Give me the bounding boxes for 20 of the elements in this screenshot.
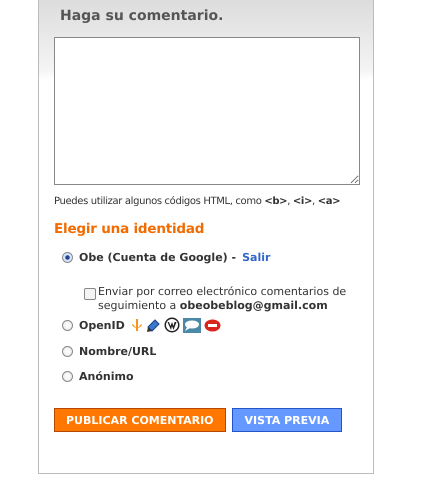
comment-field[interactable]: [54, 37, 360, 185]
wordpress-icon: [164, 317, 180, 333]
identity-label: Nombre/URL: [79, 345, 156, 358]
sign-out-link[interactable]: Salir: [242, 251, 270, 264]
identity-label: OpenID: [79, 318, 125, 332]
identity-label: Anónimo: [79, 370, 134, 383]
pencil-icon: [146, 318, 161, 332]
follow-up-label: Enviar por correo electrónico comentarios de seguimiento a obeobeblog@gmail.com: [98, 285, 348, 313]
radio-button[interactable]: [62, 320, 73, 330]
radio-button[interactable]: [62, 252, 73, 263]
publish-button[interactable]: PUBLICAR COMENTARIO: [54, 408, 226, 432]
html-hint: Puedes utilizar algunos códigos HTML, como <b>, <i>, <a>: [54, 196, 342, 207]
preview-button[interactable]: VISTA PREVIA: [232, 408, 342, 432]
checkbox[interactable]: [84, 288, 96, 300]
identity-heading: Elegir una identidad: [54, 221, 206, 237]
speech-bubble-icon: [182, 318, 201, 332]
section-title: Haga su comentario.: [60, 8, 224, 24]
radio-button[interactable]: [62, 371, 73, 382]
identity-label: Obe (Cuenta de Google) -: [79, 251, 236, 264]
radio-button[interactable]: [62, 346, 73, 357]
